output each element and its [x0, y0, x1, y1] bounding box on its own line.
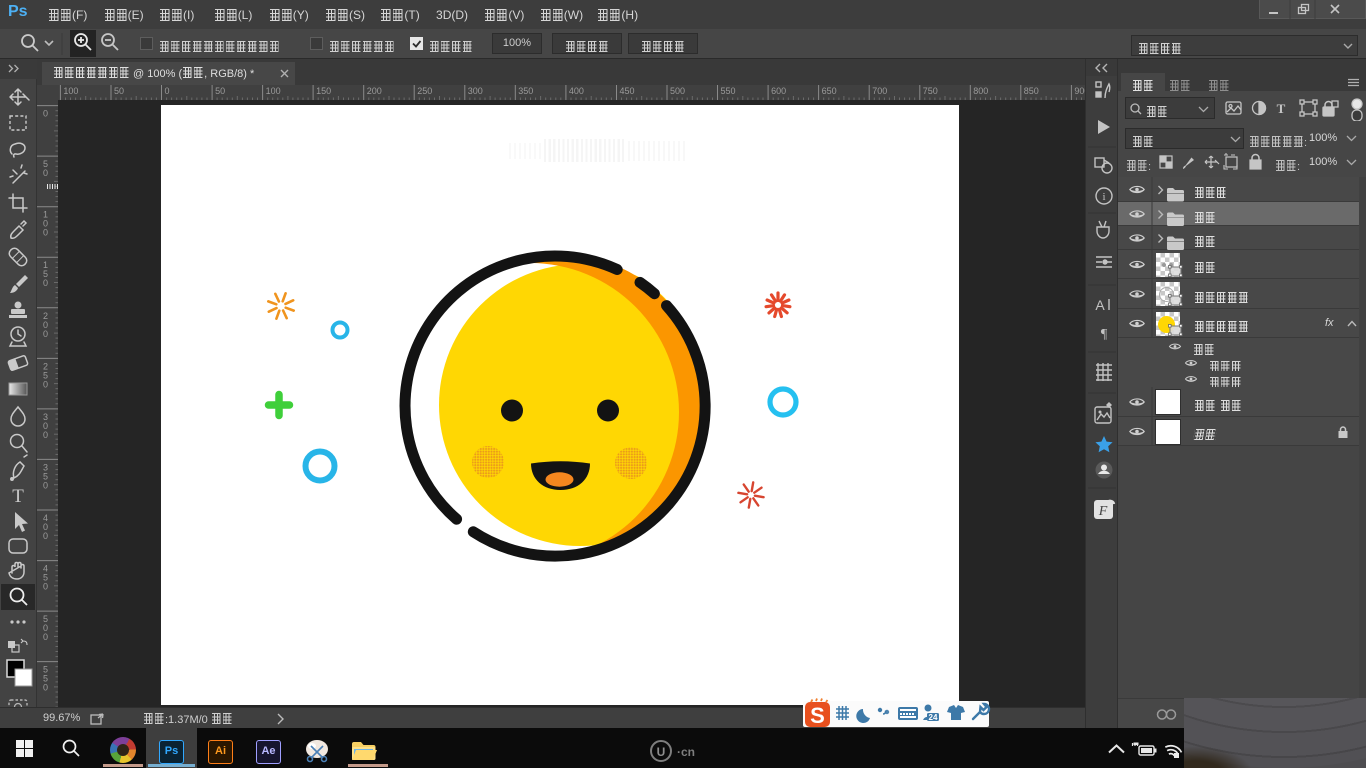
- svg-text:0: 0: [43, 329, 48, 339]
- svg-text:350: 350: [518, 86, 533, 96]
- svg-text:650: 650: [822, 86, 837, 96]
- svg-text:50: 50: [114, 86, 124, 96]
- svg-text:300: 300: [468, 86, 483, 96]
- svg-text:0: 0: [43, 632, 48, 642]
- svg-text:0: 0: [165, 86, 170, 96]
- svg-text:600: 600: [771, 86, 786, 96]
- svg-text:550: 550: [721, 86, 736, 96]
- svg-text:150: 150: [316, 86, 331, 96]
- svg-text:S: S: [810, 703, 825, 728]
- svg-text:0: 0: [43, 683, 48, 693]
- svg-text:0: 0: [43, 582, 48, 592]
- svg-text:50: 50: [215, 86, 225, 96]
- svg-text:850: 850: [1024, 86, 1039, 96]
- svg-text:0: 0: [43, 109, 48, 119]
- svg-text:750: 750: [923, 86, 938, 96]
- svg-text:450: 450: [620, 86, 635, 96]
- svg-text:T: T: [1277, 101, 1286, 116]
- svg-text:¶: ¶: [1101, 327, 1108, 342]
- svg-text:0: 0: [43, 430, 48, 440]
- svg-text:700: 700: [872, 86, 887, 96]
- svg-text:400: 400: [569, 86, 584, 96]
- svg-text:0: 0: [43, 480, 48, 490]
- svg-text:i: i: [1102, 191, 1105, 203]
- svg-text:500: 500: [670, 86, 685, 96]
- svg-text:100: 100: [266, 86, 281, 96]
- svg-text:0: 0: [43, 278, 48, 288]
- svg-text:A: A: [1095, 297, 1105, 313]
- svg-text:800: 800: [973, 86, 988, 96]
- svg-text:0: 0: [43, 379, 48, 389]
- svg-text:0: 0: [43, 531, 48, 541]
- svg-text:T: T: [12, 486, 24, 507]
- svg-text:24: 24: [929, 713, 938, 722]
- svg-text:900: 900: [1074, 86, 1085, 96]
- svg-text:F: F: [1098, 504, 1108, 519]
- svg-text:200: 200: [367, 86, 382, 96]
- svg-text:0: 0: [43, 228, 48, 238]
- svg-text:100: 100: [63, 86, 78, 96]
- svg-text:0: 0: [43, 168, 48, 178]
- svg-text:250: 250: [417, 86, 432, 96]
